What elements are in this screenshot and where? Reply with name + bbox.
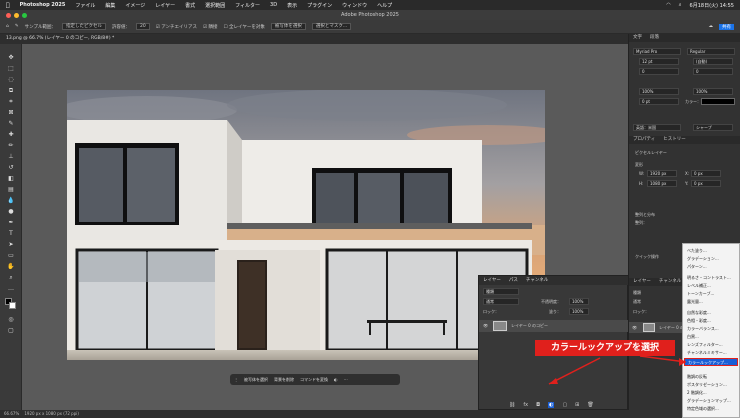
arrowhead-2 (679, 358, 686, 366)
arrowhead-1 (549, 378, 558, 384)
doc-info[interactable]: 1920 px x 1080 px (72 ppi) (24, 411, 79, 416)
zoom-level[interactable]: 66.67% (4, 411, 19, 416)
callout-label: カラールックアップを選択 (535, 340, 675, 356)
status-bar: 66.67% 1920 px x 1080 px (72 ppi) (0, 410, 630, 418)
